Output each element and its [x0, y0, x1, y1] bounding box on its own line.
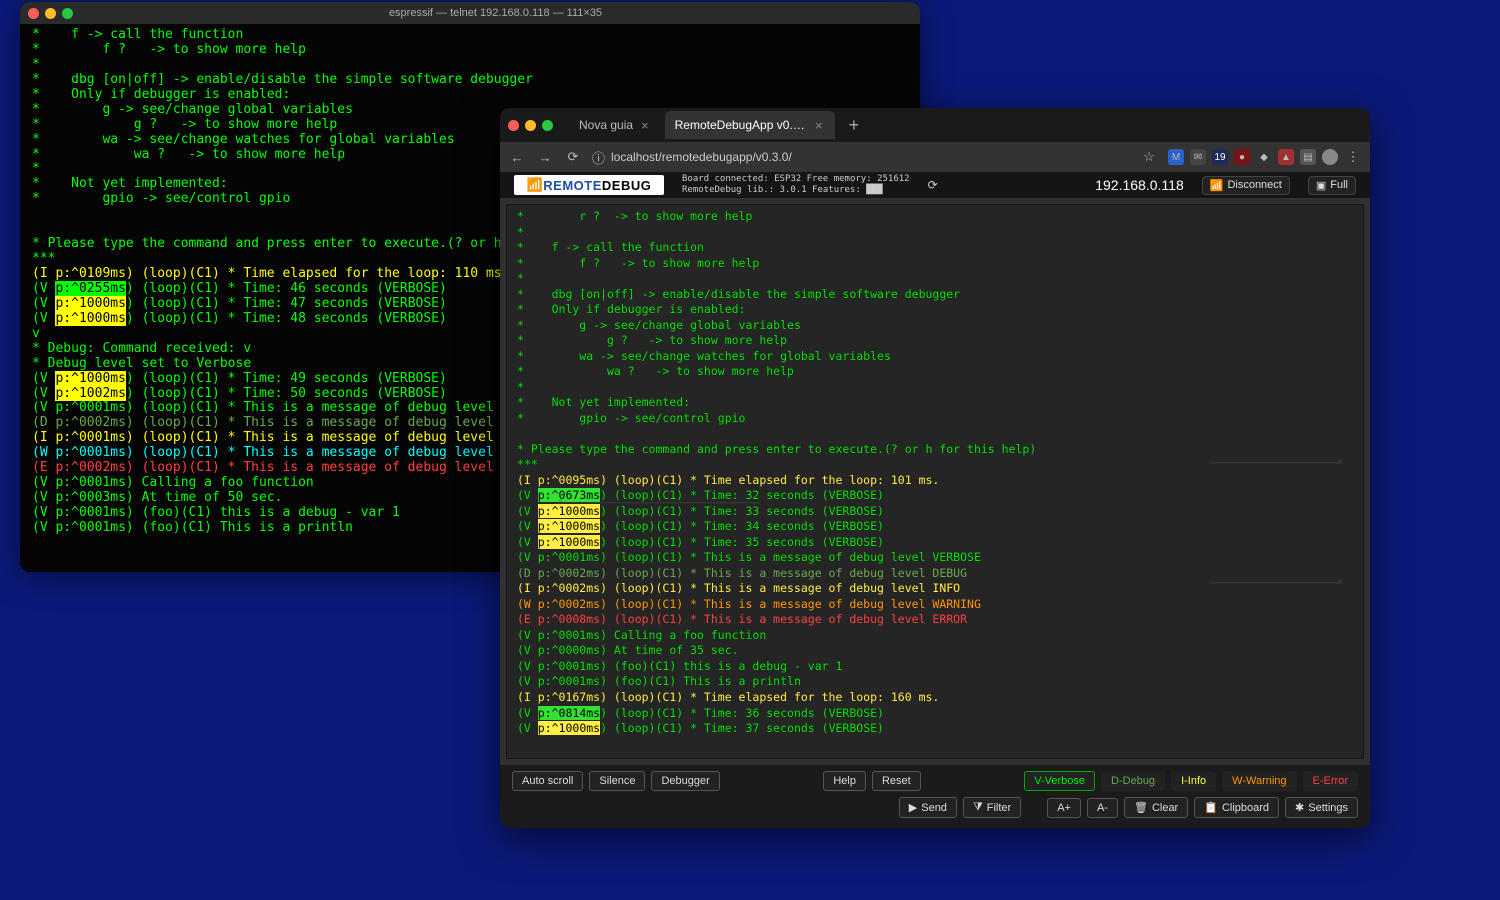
font-decrease-button[interactable]: A-	[1087, 798, 1118, 818]
extension-icon[interactable]: 19	[1212, 149, 1228, 165]
extension-icon[interactable]: ▤	[1300, 149, 1316, 165]
debug-console[interactable]: * r ? -> to show more help * * f -> call…	[506, 204, 1364, 759]
level-error-button[interactable]: E-Error	[1303, 771, 1358, 791]
debugger-button[interactable]: Debugger	[651, 771, 719, 791]
close-icon[interactable]	[508, 120, 519, 131]
browser-tabstrip: Nova guia × RemoteDebugApp v0.3.0: web ×…	[500, 108, 1370, 142]
forward-button[interactable]: →	[536, 150, 554, 165]
star-icon[interactable]: ☆	[1140, 149, 1158, 165]
minimize-icon[interactable]	[525, 120, 536, 131]
back-button[interactable]: ←	[508, 150, 526, 165]
clipboard-icon: 📋	[1204, 801, 1218, 814]
footer-row-1: Auto scroll Silence Debugger Help Reset …	[512, 771, 1358, 791]
extension-icon[interactable]: ▲	[1278, 149, 1294, 165]
logo-text-1: REMOTE	[543, 178, 602, 193]
terminal-titlebar[interactable]: espressif — telnet 192.168.0.118 — 111×3…	[20, 2, 920, 24]
minimize-icon[interactable]	[45, 8, 56, 19]
remotedebug-logo: 📶 REMOTEDEBUG	[514, 175, 664, 195]
disconnect-label: Disconnect	[1227, 179, 1281, 191]
site-info-icon[interactable]: ⓘ	[592, 148, 605, 167]
zoom-icon[interactable]	[542, 120, 553, 131]
clipboard-button[interactable]: 📋 Clipboard	[1194, 797, 1279, 818]
board-status: Board connected: ESP32 Free memory: 2516…	[682, 174, 910, 196]
app-footer: Auto scroll Silence Debugger Help Reset …	[500, 765, 1370, 828]
browser-toolbar: ← → ⟳ ⓘ localhost/remotedebugapp/v0.3.0/…	[500, 142, 1370, 172]
disconnect-button[interactable]: 📶 Disconnect	[1202, 176, 1290, 195]
settings-label: Settings	[1308, 802, 1348, 814]
new-tab-button[interactable]: +	[839, 115, 870, 136]
avatar-icon[interactable]	[1322, 149, 1338, 165]
terminal-title: espressif — telnet 192.168.0.118 — 111×3…	[79, 7, 912, 19]
filter-label: Filter	[987, 802, 1011, 814]
clear-button[interactable]: 🗑 Clear	[1124, 797, 1188, 818]
status-line-1: Board connected: ESP32 Free memory: 2516…	[682, 174, 910, 185]
extension-icons: M ✉ 19 ● ◆ ▲ ▤ ⋮	[1168, 149, 1362, 165]
autoscroll-button[interactable]: Auto scroll	[512, 771, 583, 791]
logo-text-2: DEBUG	[602, 178, 651, 193]
zoom-icon[interactable]	[62, 8, 73, 19]
send-label: Send	[921, 802, 947, 814]
play-icon: ▶	[909, 801, 917, 814]
level-debug-button[interactable]: D-Debug	[1101, 771, 1165, 791]
full-label: Full	[1330, 179, 1348, 191]
close-tab-icon[interactable]: ×	[815, 118, 823, 133]
refresh-icon[interactable]: ⟳	[928, 178, 938, 192]
gear-icon: ✱	[1295, 801, 1304, 814]
funnel-icon: ⧩	[973, 801, 983, 814]
reset-button[interactable]: Reset	[872, 771, 921, 791]
extension-icon[interactable]: M	[1168, 149, 1184, 165]
reload-button[interactable]: ⟳	[564, 149, 582, 165]
tab-remotedebug[interactable]: RemoteDebugApp v0.3.0: web ×	[665, 111, 835, 139]
fullscreen-icon: ▣	[1316, 179, 1326, 192]
close-icon[interactable]	[28, 8, 39, 19]
status-line-2: RemoteDebug lib.: 3.0.1 Features: ███	[682, 185, 910, 196]
font-increase-button[interactable]: A+	[1047, 798, 1081, 818]
address-bar[interactable]: ⓘ localhost/remotedebugapp/v0.3.0/	[592, 148, 1130, 167]
remotedebug-app: 📶 REMOTEDEBUG Board connected: ESP32 Fre…	[500, 172, 1370, 828]
extension-icon[interactable]: ●	[1234, 149, 1250, 165]
ip-address: 192.168.0.118	[1095, 177, 1184, 193]
tab-label: Nova guia	[579, 118, 633, 132]
extension-icon[interactable]: ✉	[1190, 149, 1206, 165]
tab-label: RemoteDebugApp v0.3.0: web	[675, 118, 807, 132]
wifi-icon: 📶	[1210, 179, 1224, 192]
tab-newtab[interactable]: Nova guia ×	[569, 111, 661, 139]
clipboard-label: Clipboard	[1222, 802, 1269, 814]
send-button[interactable]: ▶ Send	[899, 797, 957, 818]
close-tab-icon[interactable]: ×	[641, 118, 649, 133]
app-header: 📶 REMOTEDEBUG Board connected: ESP32 Fre…	[500, 172, 1370, 198]
settings-button[interactable]: ✱ Settings	[1285, 797, 1358, 818]
full-button[interactable]: ▣ Full	[1308, 176, 1356, 195]
help-button[interactable]: Help	[823, 771, 866, 791]
level-verbose-button[interactable]: V-Verbose	[1024, 771, 1095, 791]
level-info-button[interactable]: I-Info	[1171, 771, 1216, 791]
filter-button[interactable]: ⧩ Filter	[963, 797, 1021, 818]
menu-icon[interactable]: ⋮	[1344, 149, 1362, 165]
browser-window: Nova guia × RemoteDebugApp v0.3.0: web ×…	[500, 108, 1370, 828]
level-warning-button[interactable]: W-Warning	[1222, 771, 1296, 791]
extension-icon[interactable]: ◆	[1256, 149, 1272, 165]
trash-icon: 🗑	[1134, 801, 1148, 814]
clear-label: Clear	[1152, 802, 1178, 814]
url-text: localhost/remotedebugapp/v0.3.0/	[611, 150, 792, 164]
silence-button[interactable]: Silence	[589, 771, 645, 791]
footer-row-2: ▶ Send ⧩ Filter A+ A- 🗑 Clear 📋 Clipboard ✱ S…	[512, 797, 1358, 818]
